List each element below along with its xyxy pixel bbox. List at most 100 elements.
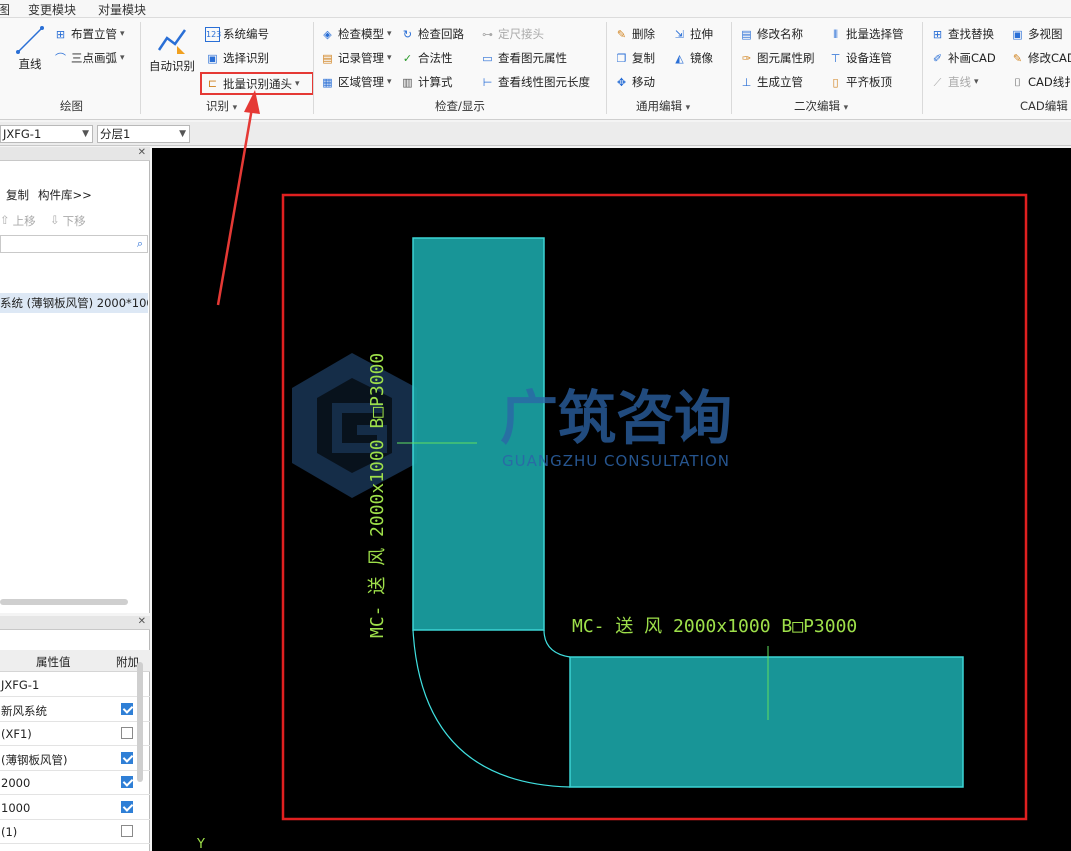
recognize-group-label[interactable]: 识别 ▾ [206,98,237,114]
property-row[interactable]: (1) [0,820,150,844]
modify-icon: ✎ [1012,51,1023,65]
duct-label-horizontal[interactable]: MC- 送 风 2000x1000 B□P3000 [572,616,857,637]
cad-linetype-button[interactable]: ⌷ CAD线扌 [1010,72,1071,92]
record-mgmt-button[interactable]: ▤ 记录管理 ▾ [320,48,391,68]
rename-button[interactable]: ▤ 修改名称 [739,24,803,44]
chevron-down-icon: ▾ [120,29,125,39]
multiview-button[interactable]: ▣ 多视图 [1010,24,1062,44]
menu-item-change-module[interactable]: 变更模块 [28,1,76,18]
check-icon: ✓ [402,51,413,65]
vertical-scrollbar[interactable] [137,662,143,782]
place-riser-button[interactable]: ⊞ 布置立管 ▾ [53,24,125,44]
property-row[interactable]: 新风系统 [0,698,150,722]
close-icon[interactable]: ✕ [138,147,146,158]
horizontal-duct[interactable] [569,656,964,788]
calculator-icon: ▥ [402,75,413,89]
three-point-arc-button[interactable]: ⌒ 三点画弧 ▾ [53,48,125,68]
horizontal-scrollbar[interactable] [0,599,128,605]
batch-fitting-button[interactable]: ⊏ 批量识别通头 ▾ [200,72,314,95]
component-library-link[interactable]: 构件库>> [38,187,92,203]
record-icon: ▤ [322,51,333,65]
search-input[interactable]: ⌕ [0,235,148,253]
property-value[interactable]: (XF1) [1,727,32,741]
fitting-icon: ⊏ [207,77,218,90]
property-value[interactable]: (薄钢板风管) [1,752,67,768]
batch-select-pipe-button[interactable]: ⫴ 批量选择管 [828,24,903,44]
extra-checkbox[interactable] [121,825,133,837]
edit-group-label[interactable]: 通用编辑 ▾ [636,98,690,114]
copy-button[interactable]: ❐ 复制 [614,48,655,68]
edit2-group-label[interactable]: 二次编辑 ▾ [794,98,848,114]
arrow-up-icon: ⇧ [0,213,10,227]
area-mgmt-button[interactable]: ▦ 区域管理 ▾ [320,72,392,92]
attr-brush-button[interactable]: ✑ 图元属性刷 [739,48,815,68]
line-icon [16,26,44,54]
auto-recognize-button[interactable]: 自动识别 [149,24,195,74]
chevron-down-icon: ▾ [843,103,849,113]
legality-button[interactable]: ✓ 合法性 [400,48,453,68]
delete-button[interactable]: ✎ 删除 [614,24,655,44]
formula-button[interactable]: ▥ 计算式 [400,72,452,92]
line-tool-button[interactable]: 直线 [14,24,46,72]
chevron-down-icon: ▾ [387,77,392,87]
find-replace-label: 查找替换 [948,27,994,41]
menu-item-view[interactable]: 图 [0,1,10,18]
generate-riser-button[interactable]: ⊥ 生成立管 [739,72,803,92]
cad-drawing[interactable]: 广筑咨询 GUANGZHU CONSULTATION MC- 送 风 2000x… [152,148,1071,851]
view-attr-button[interactable]: ▭ 查看图元属性 [480,48,567,68]
chevron-down-icon: ▾ [295,78,300,89]
y-axis-marker: Y [196,837,205,851]
component-select[interactable]: JXFG-1 ▼ [0,125,93,143]
linetype-icon: ⌷ [1014,75,1021,89]
move-up-button[interactable]: ⇧ 上移 [0,213,36,229]
menu-bar: 图 变更模块 对量模块 [0,0,1071,18]
extra-checkbox[interactable] [121,776,133,788]
system-code-label: 系统编号 [223,27,269,41]
copy-link[interactable]: 复制 [6,187,29,203]
modify-cad-button[interactable]: ✎ 修改CAD [1010,48,1071,68]
property-value[interactable]: 新风系统 [1,703,47,719]
extra-checkbox[interactable] [121,800,133,813]
layer-select-value: 分层1 [100,127,131,141]
property-row[interactable]: 2000 [0,771,150,795]
select-recognize-button[interactable]: ▣ 选择识别 [205,48,269,68]
ribbon-toolbar: 直线 ⊞ 布置立管 ▾ ⌒ 三点画弧 ▾ 绘图 自动识别 123 系统编号 ▣ 选择识别 ⊏… [0,18,1071,120]
find-replace-button[interactable]: ⊞ 查找替换 [930,24,994,44]
system-code-button[interactable]: 123 系统编号 [205,24,269,44]
layer-select[interactable]: 分层1 ▼ [97,125,190,143]
extra-checkbox[interactable] [121,727,133,739]
align-top-button[interactable]: ▯ 平齐板顶 [828,72,892,92]
move-down-button[interactable]: ⇩ 下移 [50,213,86,229]
equipment-connect-button[interactable]: ⊤ 设备连管 [828,48,892,68]
menu-item-quantity-module[interactable]: 对量模块 [98,1,146,18]
stretch-button[interactable]: ⇲ 拉伸 [672,24,713,44]
view-length-button[interactable]: ⊢ 查看线性图元长度 [480,72,590,92]
cad-canvas[interactable]: 广筑咨询 GUANGZHU CONSULTATION MC- 送 风 2000x… [152,148,1071,851]
check-group-label: 检查/显示 [435,99,485,113]
check-model-label: 检查模型 [338,27,384,41]
redraw-cad-button[interactable]: ✐ 补画CAD [930,48,996,68]
extra-checkbox[interactable] [121,751,133,764]
property-value[interactable]: 2000 [1,776,30,790]
list-item[interactable]: 系统 (薄钢板风管) 2000*1000 [0,293,148,313]
property-value[interactable]: JXFG-1 [1,678,39,692]
property-row[interactable]: JXFG-1 [0,673,150,697]
check-model-button[interactable]: ◈ 检查模型 ▾ [320,24,391,44]
elbow-inner-arc [543,629,571,658]
property-row[interactable]: (XF1) [0,722,150,746]
mirror-button[interactable]: ◭ 镜像 [672,48,713,68]
property-row[interactable]: (薄钢板风管) [0,747,150,771]
property-row[interactable]: 1000 [0,796,150,820]
multiview-icon: ▣ [1012,27,1023,41]
move-button[interactable]: ✥ 移动 [614,72,655,92]
ribbon-divider [140,22,141,114]
property-value[interactable]: 1000 [1,801,30,815]
ruler-joint-button[interactable]: ⊶ 定尺接头 [480,24,544,44]
extra-checkbox[interactable] [121,702,133,715]
check-loop-button[interactable]: ↻ 检查回路 [400,24,464,44]
duct-label-vertical[interactable]: MC- 送 风 2000x1000 B□P3000 [367,353,388,638]
cad-line-button[interactable]: ⟋ 直线 ▾ [930,72,979,92]
property-value[interactable]: (1) [1,825,17,839]
close-icon[interactable]: ✕ [138,616,146,627]
area-icon: ▦ [322,75,333,89]
